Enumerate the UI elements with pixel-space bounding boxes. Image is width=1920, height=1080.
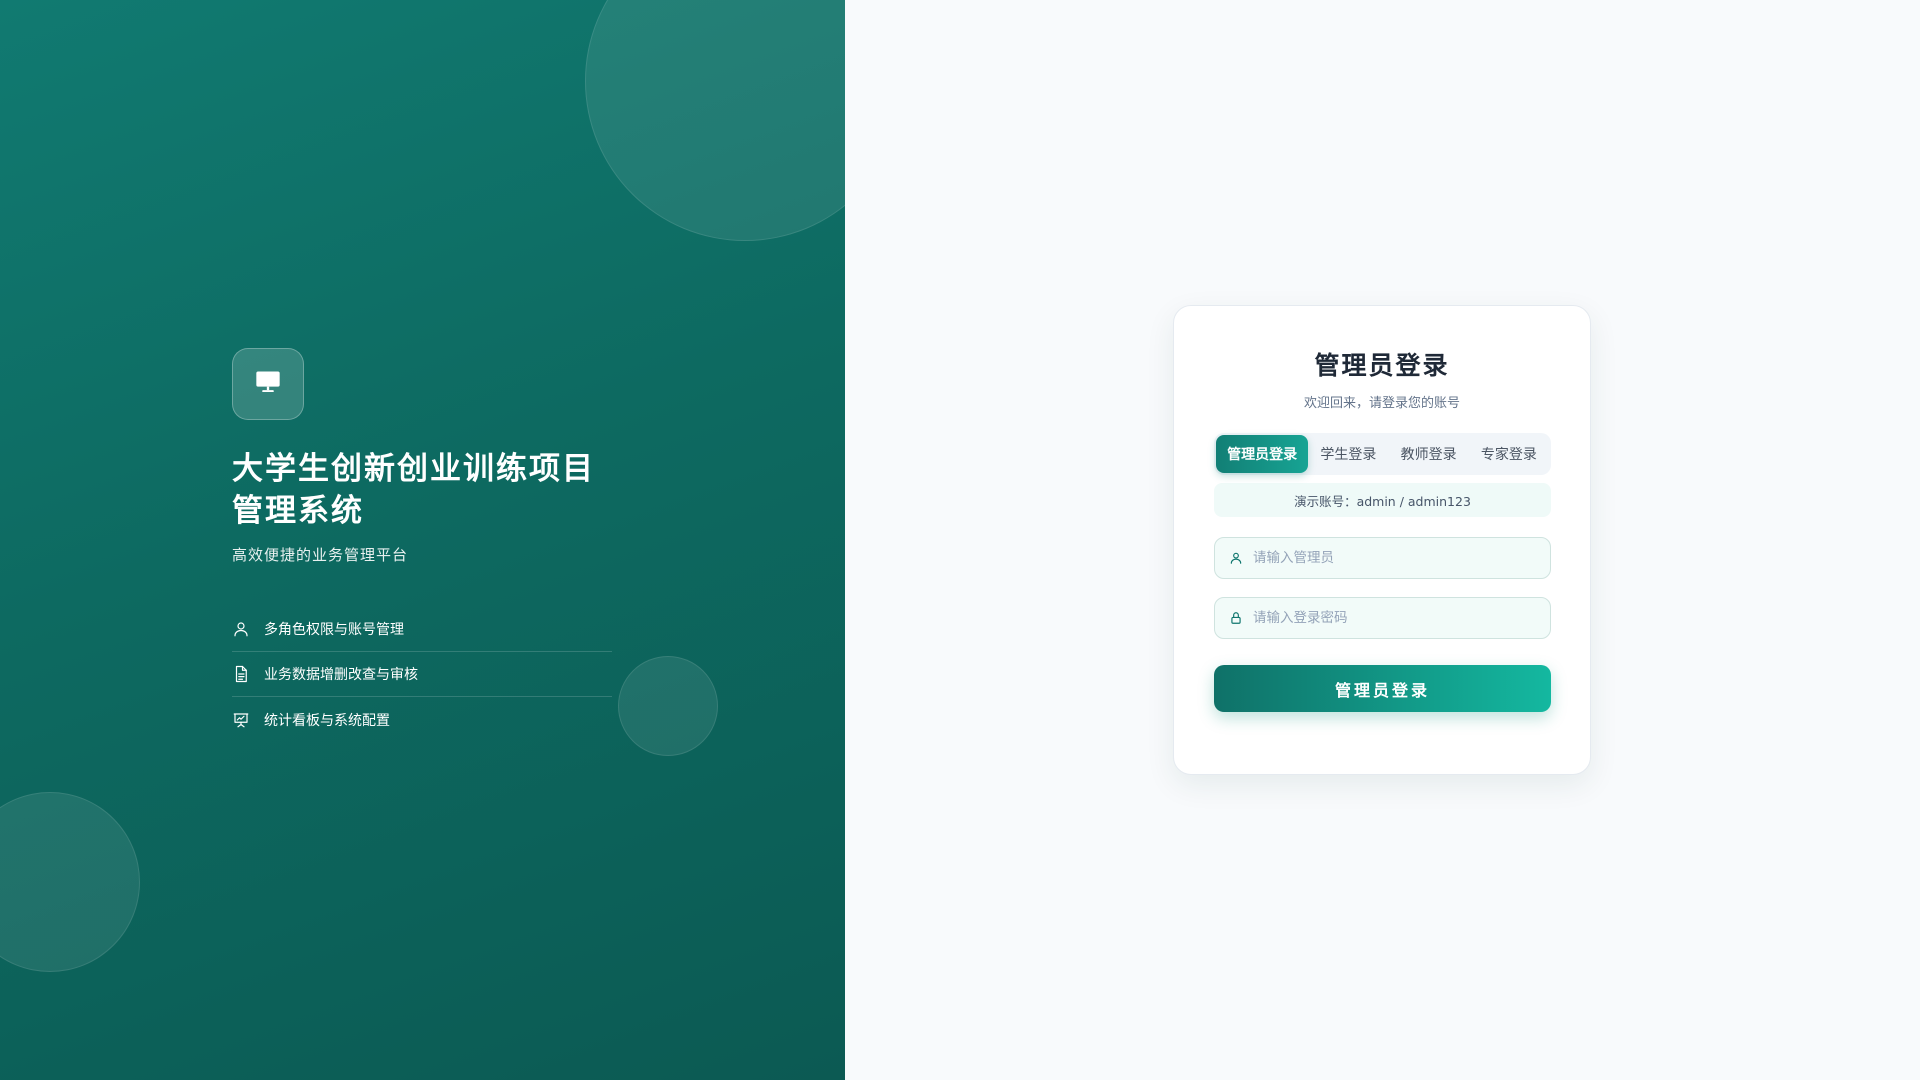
login-button[interactable]: 管理员登录	[1214, 665, 1551, 712]
monitor-icon	[254, 368, 282, 400]
hero-panel: 大学生创新创业训练项目管理系统 高效便捷的业务管理平台 多角色权限与账号管理 业…	[0, 0, 845, 1080]
hero-content: 大学生创新创业训练项目管理系统 高效便捷的业务管理平台 多角色权限与账号管理 业…	[232, 348, 612, 742]
app-title: 大学生创新创业训练项目管理系统	[232, 451, 595, 529]
login-card: 管理员登录 欢迎回来，请登录您的账号 管理员登录 学生登录 教师登录 专家登录 …	[1173, 305, 1591, 775]
login-subtitle: 欢迎回来，请登录您的账号	[1303, 396, 1460, 411]
tab-student[interactable]: 学生登录	[1308, 435, 1388, 473]
feature-item: 统计看板与系统配置	[232, 697, 612, 742]
user-icon	[232, 620, 250, 638]
decorative-circle	[585, 0, 845, 241]
tab-teacher[interactable]: 教师登录	[1389, 435, 1469, 473]
username-input[interactable]	[1253, 550, 1536, 566]
login-area: 管理员登录 欢迎回来，请登录您的账号 管理员登录 学生登录 教师登录 专家登录 …	[845, 0, 1920, 1080]
feature-label: 统计看板与系统配置	[264, 712, 390, 729]
tab-admin[interactable]: 管理员登录	[1216, 435, 1309, 473]
feature-item: 业务数据增删改查与审核	[232, 652, 612, 697]
app-logo	[232, 348, 304, 420]
username-field	[1214, 537, 1551, 579]
decorative-circle	[0, 792, 140, 972]
role-tabs: 管理员登录 学生登录 教师登录 专家登录	[1214, 433, 1551, 475]
feature-list: 多角色权限与账号管理 业务数据增删改查与审核 统计看板与系统配置	[232, 607, 612, 742]
login-title: 管理员登录	[1314, 351, 1450, 380]
decorative-circle	[618, 656, 718, 756]
password-field	[1214, 597, 1551, 639]
password-input[interactable]	[1253, 610, 1536, 626]
user-icon	[1229, 550, 1245, 566]
presentation-chart-icon	[232, 711, 250, 729]
feature-item: 多角色权限与账号管理	[232, 607, 612, 652]
app-subtitle: 高效便捷的业务管理平台	[232, 546, 409, 564]
document-icon	[232, 665, 250, 683]
feature-label: 多角色权限与账号管理	[264, 622, 404, 638]
lock-icon	[1229, 610, 1245, 626]
feature-label: 业务数据增删改查与审核	[264, 667, 418, 683]
demo-account-hint: 演示账号：admin / admin123	[1214, 483, 1551, 517]
login-page: 大学生创新创业训练项目管理系统 高效便捷的业务管理平台 多角色权限与账号管理 业…	[0, 0, 1920, 1080]
tab-expert[interactable]: 专家登录	[1469, 435, 1549, 473]
